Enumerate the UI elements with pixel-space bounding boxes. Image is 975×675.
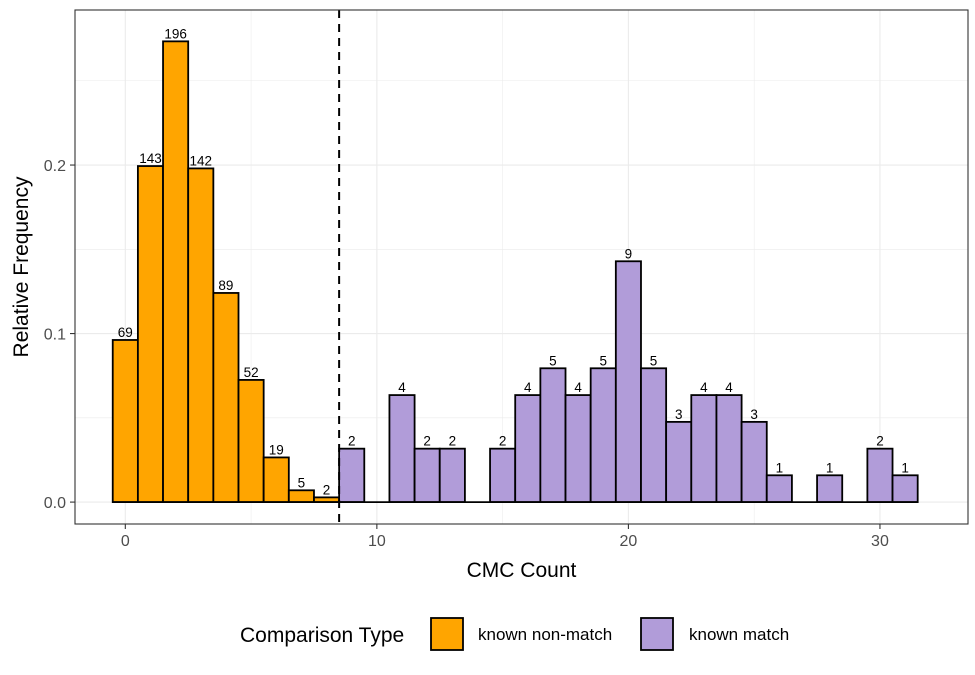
- bar-count-label: 5: [650, 353, 658, 368]
- bar: [338, 447, 366, 503]
- bar: [539, 367, 567, 503]
- bar-count-label: 3: [675, 407, 683, 422]
- bar-count-label: 2: [423, 434, 431, 449]
- bar: [740, 420, 768, 503]
- bar: [212, 292, 240, 503]
- bar: [438, 447, 466, 503]
- legend-key-known-match: [640, 617, 674, 651]
- bar-count-label: 2: [876, 434, 884, 449]
- bar-count-label: 2: [449, 434, 457, 449]
- bar: [564, 394, 592, 503]
- bar-count-label: 2: [348, 434, 356, 449]
- bar-count-label: 1: [776, 460, 784, 475]
- bar-count-label: 1: [826, 460, 834, 475]
- bar-count-label: 1: [901, 460, 909, 475]
- y-tick-label: 0.0: [44, 495, 66, 512]
- bar: [715, 394, 743, 503]
- bar-count-label: 5: [298, 475, 306, 490]
- bar-count-label: 9: [625, 246, 633, 261]
- bar-count-label: 4: [574, 380, 582, 395]
- bar: [514, 394, 542, 503]
- legend-key-known-non-match: [430, 617, 464, 651]
- bar-count-label: 4: [725, 380, 733, 395]
- bar: [614, 260, 642, 503]
- bar-count-label: 2: [323, 482, 331, 497]
- legend-label-known-non-match: known non-match: [478, 625, 612, 644]
- bar: [690, 394, 718, 503]
- bar: [816, 474, 844, 503]
- bar: [162, 40, 190, 503]
- bar: [765, 474, 793, 503]
- bar-count-label: 5: [549, 353, 557, 368]
- bar-count-label: 196: [164, 26, 187, 41]
- bar: [136, 165, 164, 503]
- bar-count-label: 142: [190, 153, 213, 168]
- x-axis-title: CMC Count: [467, 559, 577, 582]
- x-tick-label: 10: [368, 533, 386, 550]
- x-tick-label: 0: [121, 533, 130, 550]
- bar-count-label: 19: [269, 442, 284, 457]
- histogram-chart: 691431961428952195 2242 2 245459534 431 121 0…: [0, 0, 975, 675]
- bar-count-label: 143: [139, 151, 162, 166]
- bar-count-label: 89: [218, 278, 233, 293]
- bar: [187, 167, 215, 503]
- y-tick-label: 0.2: [44, 158, 66, 175]
- bar-count-label: 4: [524, 380, 532, 395]
- bar: [866, 447, 894, 503]
- bar: [640, 367, 668, 503]
- bar: [891, 474, 919, 503]
- bar-count-label: 4: [398, 380, 406, 395]
- bar: [665, 420, 693, 503]
- x-tick-label: 30: [871, 533, 889, 550]
- bar: [237, 379, 265, 503]
- bar: [388, 394, 416, 503]
- bar-count-label: 2: [499, 434, 507, 449]
- bar: [413, 447, 441, 503]
- bar: [262, 456, 290, 503]
- bar-count-label: 3: [750, 407, 758, 422]
- bar: [489, 447, 517, 503]
- bar-count-label: 4: [700, 380, 708, 395]
- x-tick-label: 20: [620, 533, 638, 550]
- bar-count-label: 69: [118, 325, 133, 340]
- y-axis-title: Relative Frequency: [10, 176, 33, 357]
- bar-count-label: 52: [244, 365, 259, 380]
- bar: [111, 339, 139, 503]
- bar: [287, 489, 315, 503]
- legend-label-known-match: known match: [689, 625, 789, 644]
- y-tick-label: 0.1: [44, 327, 66, 344]
- bar: [589, 367, 617, 503]
- legend-title: Comparison Type: [240, 624, 404, 647]
- bar-count-label: 5: [599, 353, 607, 368]
